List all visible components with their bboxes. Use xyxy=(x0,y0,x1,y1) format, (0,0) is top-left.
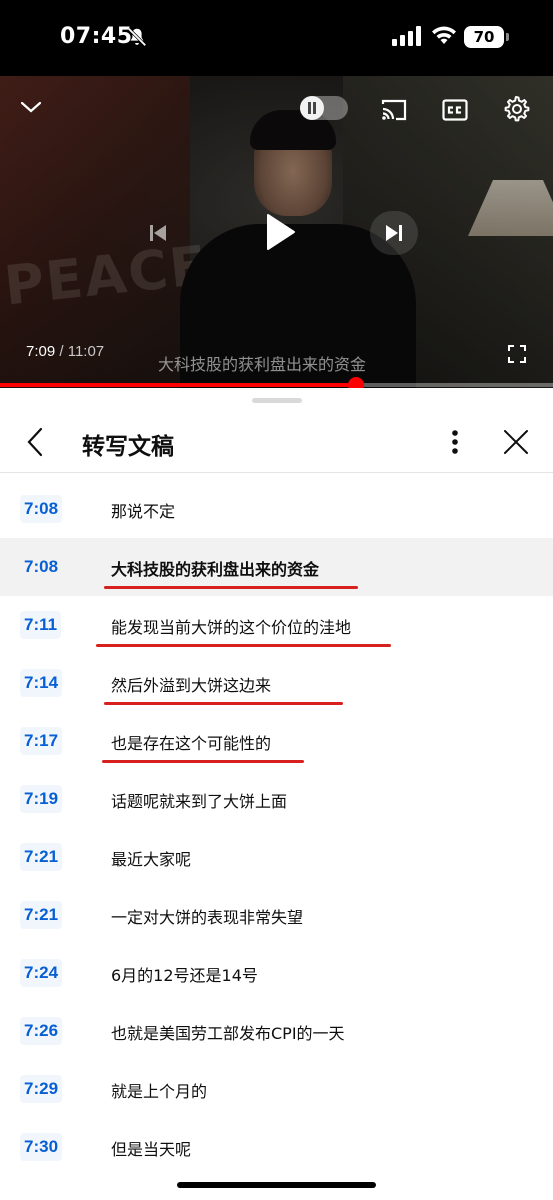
home-indicator[interactable] xyxy=(177,1182,376,1188)
segment-timestamp[interactable]: 7:24 xyxy=(20,959,63,987)
header-divider xyxy=(0,472,553,473)
fullscreen-button[interactable] xyxy=(504,341,530,367)
segment-text: 6月的12号还是14号 xyxy=(111,966,258,985)
previous-video-button[interactable] xyxy=(143,218,173,248)
transcript-panel: 转写文稿 7:08 那说不定 7:08 大科技股的获利盘出来的资金 7:11 能… xyxy=(0,388,553,1200)
skip-next-icon xyxy=(386,225,402,241)
segment-text: 最近大家呢 xyxy=(111,850,192,869)
segment-text: 也是存在这个可能性的 xyxy=(111,734,272,753)
status-time: 07:45 xyxy=(60,24,133,49)
segment-text: 那说不定 xyxy=(111,502,176,521)
transcript-segment[interactable]: 7:08 那说不定 xyxy=(0,480,553,538)
cast-icon xyxy=(381,99,407,121)
status-bar: 07:45 70 xyxy=(0,0,553,76)
autoplay-toggle-knob xyxy=(300,96,324,120)
captions-button[interactable] xyxy=(440,96,470,124)
segment-text: 大科技股的获利盘出来的资金 xyxy=(111,560,320,579)
more-vertical-icon xyxy=(452,430,458,454)
transcript-segment[interactable]: 7:17 也是存在这个可能性的 xyxy=(0,712,553,770)
closed-captions-icon xyxy=(442,99,468,121)
segment-timestamp[interactable]: 7:11 xyxy=(20,611,62,639)
cellular-signal-icon xyxy=(392,26,421,46)
autoplay-toggle[interactable] xyxy=(300,96,348,120)
cast-button[interactable] xyxy=(378,96,410,124)
settings-button[interactable] xyxy=(502,94,532,124)
segment-timestamp[interactable]: 7:30 xyxy=(20,1133,63,1161)
transcript-segment[interactable]: 7:30 但是当天呢 xyxy=(0,1118,553,1176)
transcript-segment[interactable]: 7:29 就是上个月的 xyxy=(0,1060,553,1118)
close-icon xyxy=(504,430,528,454)
transcript-segment[interactable]: 7:24 6月的12号还是14号 xyxy=(0,944,553,1002)
segment-text: 一定对大饼的表现非常失望 xyxy=(111,908,304,927)
transcript-segment[interactable]: 7:14 然后外溢到大饼这边来 xyxy=(0,654,553,712)
segment-text: 但是当天呢 xyxy=(111,1140,192,1159)
transcript-segment[interactable]: 7:21 最近大家呢 xyxy=(0,828,553,886)
segment-text: 就是上个月的 xyxy=(111,1082,208,1101)
close-button[interactable] xyxy=(502,428,530,456)
segment-timestamp[interactable]: 7:17 xyxy=(20,727,63,755)
progress-played xyxy=(0,383,357,387)
segment-timestamp[interactable]: 7:21 xyxy=(20,843,63,871)
segment-timestamp[interactable]: 7:29 xyxy=(20,1075,63,1103)
segment-timestamp[interactable]: 7:14 xyxy=(20,669,63,697)
transcript-segment-list: 7:08 那说不定 7:08 大科技股的获利盘出来的资金 7:11 能发现当前大… xyxy=(0,480,553,1176)
video-player[interactable]: PEACE 7:09 / 11:07 大科技股的获利盘出来的资金 xyxy=(0,76,553,388)
chevron-down-icon xyxy=(20,101,42,113)
segment-text: 也就是美国劳工部发布CPI的一天 xyxy=(111,1024,345,1043)
total-duration: 11:07 xyxy=(67,343,105,360)
segment-text: 能发现当前大饼的这个价位的洼地 xyxy=(111,618,352,637)
red-annotation-underline xyxy=(104,586,358,589)
transcript-segment[interactable]: 7:19 话题呢就来到了大饼上面 xyxy=(0,770,553,828)
pause-icon xyxy=(308,102,316,114)
skip-previous-icon xyxy=(150,225,166,241)
play-button[interactable] xyxy=(256,206,304,258)
transcript-title: 转写文稿 xyxy=(82,434,174,460)
segment-timestamp[interactable]: 7:21 xyxy=(20,901,63,929)
play-icon xyxy=(267,214,295,250)
battery-nub xyxy=(506,33,509,41)
battery-indicator: 70 xyxy=(464,26,504,48)
transcript-segment[interactable]: 7:11 能发现当前大饼的这个价位的洼地 xyxy=(0,596,553,654)
more-options-button[interactable] xyxy=(442,428,468,456)
segment-timestamp[interactable]: 7:08 xyxy=(20,495,63,523)
next-video-button[interactable] xyxy=(370,211,418,255)
red-annotation-underline xyxy=(96,644,391,647)
segment-timestamp[interactable]: 7:19 xyxy=(20,785,63,813)
sheet-drag-handle[interactable] xyxy=(252,398,302,403)
video-progress-bar[interactable] xyxy=(0,377,553,393)
video-time-display: 7:09 / 11:07 xyxy=(26,343,104,360)
bell-muted-icon xyxy=(127,27,147,47)
red-annotation-underline xyxy=(104,702,343,705)
chevron-left-icon xyxy=(27,427,43,457)
segment-text: 话题呢就来到了大饼上面 xyxy=(111,792,288,811)
segment-timestamp[interactable]: 7:08 xyxy=(20,553,62,581)
gear-icon xyxy=(504,96,530,122)
transcript-segment[interactable]: 7:21 一定对大饼的表现非常失望 xyxy=(0,886,553,944)
back-button[interactable] xyxy=(22,426,50,458)
burned-in-subtitle: 大科技股的获利盘出来的资金 xyxy=(158,355,367,374)
segment-timestamp[interactable]: 7:26 xyxy=(20,1017,63,1045)
transcript-segment[interactable]: 7:26 也就是美国劳工部发布CPI的一天 xyxy=(0,1002,553,1060)
time-separator: / xyxy=(55,343,68,360)
collapse-player-button[interactable] xyxy=(16,92,46,122)
transcript-segment-active[interactable]: 7:08 大科技股的获利盘出来的资金 xyxy=(0,538,553,596)
wifi-icon xyxy=(432,26,456,44)
fullscreen-icon xyxy=(508,345,526,363)
red-annotation-underline xyxy=(102,760,304,763)
current-time: 7:09 xyxy=(26,343,56,360)
segment-text: 然后外溢到大饼这边来 xyxy=(111,676,272,695)
transcript-header: 转写文稿 xyxy=(0,408,553,472)
